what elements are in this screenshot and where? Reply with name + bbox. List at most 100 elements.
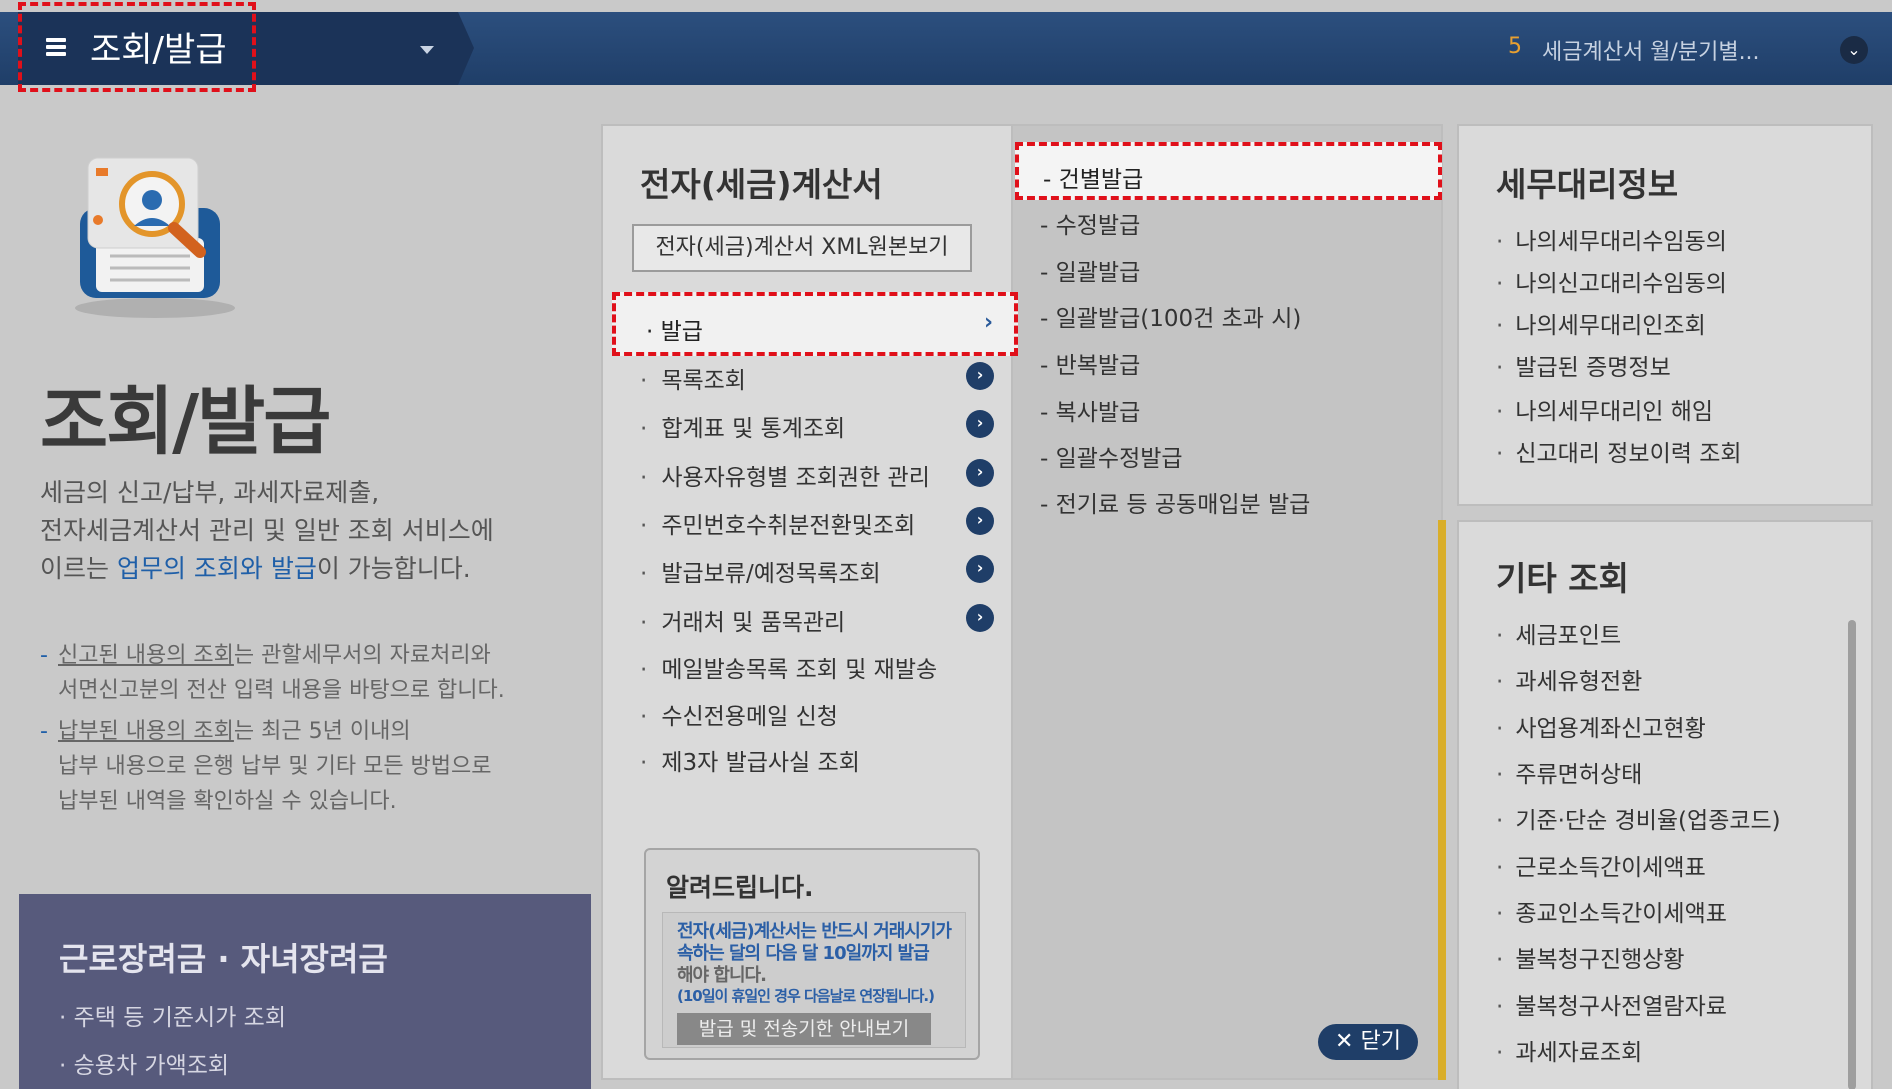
menu-item-label: 주류면허상태: [1515, 762, 1643, 788]
menu-item-label: 메일발송목록 조회 및 재발송: [661, 657, 938, 683]
chevron-right-icon: ›: [984, 310, 994, 335]
submenu-item[interactable]: - 수정발급: [1040, 206, 1140, 240]
notice-line: 해야 합니다.: [677, 965, 767, 986]
menu-item-issue[interactable]: · 발급 ›: [612, 292, 1018, 356]
menu-item[interactable]: · 나의세무대리수임동의: [1496, 222, 1727, 256]
menu-item[interactable]: · 불복청구진행상황: [1496, 940, 1685, 974]
chevron-right-icon[interactable]: ›: [966, 604, 994, 632]
chevron-right-icon[interactable]: ›: [966, 362, 994, 390]
note-text: 는 관할세무서의 자료처리와: [233, 643, 491, 668]
page-title: 조회/발급: [40, 379, 331, 465]
close-button[interactable]: ✕ 닫기: [1318, 1024, 1418, 1060]
description-text: 이 가능합니다.: [316, 554, 471, 583]
menu-item[interactable]: · 메일발송목록 조회 및 재발송: [640, 650, 937, 684]
notice-box: 알려드립니다. 전자(세금)계산서는 반드시 거래시기가 속하는 달의 다음 달…: [644, 848, 980, 1060]
description-line: 전자세금계산서 관리 및 일반 조회 서비스에: [40, 516, 494, 545]
menu-item[interactable]: · 주류면허상태: [1496, 755, 1642, 789]
menu-item[interactable]: · 수신전용메일 신청: [640, 697, 838, 731]
promo-link-label: 승용차 가액조회: [73, 1053, 230, 1079]
menu-item[interactable]: · 발급된 증명정보: [1496, 348, 1671, 382]
menu-item[interactable]: · 목록조회: [640, 361, 746, 395]
panel-title: 전자(세금)계산서: [640, 165, 883, 204]
submenu-item[interactable]: - 일괄발급(100건 초과 시): [1040, 299, 1301, 333]
promo-link[interactable]: · 승용차 가액조회: [59, 1046, 229, 1080]
menu-item[interactable]: · 기준·단순 경비율(업종코드): [1496, 801, 1781, 835]
menu-item[interactable]: · 근로소득간이세액표: [1496, 848, 1706, 882]
menu-item-label: 불복청구사전열람자료: [1515, 994, 1727, 1020]
menu-item-label-text: 발급: [660, 319, 703, 345]
recent-menu-number: 5: [1508, 34, 1522, 59]
menu-item-label: 세금포인트: [1515, 623, 1622, 649]
menu-item-label: 나의세무대리수임동의: [1515, 229, 1727, 255]
note-text: 납부된 내역을 확인하실 수 있습니다.: [58, 789, 397, 814]
submenu-item[interactable]: - 복사발급: [1040, 393, 1140, 427]
submenu-item[interactable]: - 반복발급: [1040, 346, 1140, 380]
note-bullet: -: [40, 719, 48, 744]
menu-item[interactable]: · 과세자료조회: [1496, 1033, 1642, 1067]
menu-item-label: · 발급: [646, 319, 703, 345]
chevron-right-icon[interactable]: ›: [966, 410, 994, 438]
menu-item-label: 나의신고대리수임동의: [1515, 271, 1727, 297]
description-text: 이르는: [40, 554, 117, 583]
chevron-right-icon[interactable]: ›: [966, 507, 994, 535]
submenu-item-single-issue[interactable]: - 건별발급: [1015, 142, 1442, 200]
menu-item[interactable]: · 사용자유형별 조회권한 관리: [640, 458, 930, 492]
menu-item[interactable]: · 과세유형전환: [1496, 662, 1642, 696]
submenu-item[interactable]: - 일괄발급: [1040, 253, 1140, 287]
accent-strip: [1438, 520, 1446, 1080]
note-text: 서면신고분의 전산 입력 내용을 바탕으로 합니다.: [58, 678, 505, 703]
menu-item[interactable]: · 세금포인트: [1496, 616, 1621, 650]
menu-title[interactable]: 조회/발급: [90, 22, 227, 71]
menu-item[interactable]: · 신고대리 정보이력 조회: [1496, 434, 1742, 468]
menu-item[interactable]: · 제3자 발급사실 조회: [640, 743, 860, 777]
submenu-item-label: - 건별발급: [1043, 167, 1144, 193]
description-line: 이르는 업무의 조회와 발급이 가능합니다.: [40, 550, 600, 588]
menu-item-label: 나의세무대리인 해임: [1515, 399, 1714, 425]
xml-original-view-button[interactable]: 전자(세금)계산서 XML원본보기: [632, 224, 972, 272]
menu-item-label: 주민번호수취분전환및조회: [661, 513, 916, 539]
chevron-right-icon[interactable]: ›: [966, 555, 994, 583]
scrollbar[interactable]: [1848, 620, 1856, 1089]
page-description: 세금의 신고/납부, 과세자료제출, 전자세금계산서 관리 및 일반 조회 서비…: [40, 474, 600, 588]
menu-item[interactable]: · 주민번호수취분전환및조회: [640, 506, 915, 540]
note-reported-inquiry: - 신고된 내용의 조회는 관할세무서의 자료처리와 서면신고분의 전산 입력 내…: [40, 638, 540, 708]
description-line: 세금의 신고/납부, 과세자료제출,: [40, 478, 380, 507]
description-highlight: 업무의 조회와 발급: [116, 554, 317, 583]
menu-item-label: 제3자 발급사실 조회: [661, 750, 860, 776]
menu-item-label: 사용자유형별 조회권한 관리: [661, 465, 930, 491]
promo-link[interactable]: · 주택 등 기준시가 조회: [59, 998, 286, 1032]
submenu-item[interactable]: - 일괄수정발급: [1040, 439, 1183, 473]
menu-item[interactable]: · 거래처 및 품목관리: [640, 603, 845, 637]
panel-title: 세무대리정보: [1496, 165, 1679, 204]
menu-item[interactable]: · 나의세무대리인조회: [1496, 306, 1706, 340]
notice-content: 전자(세금)계산서는 반드시 거래시기가 속하는 달의 다음 달 10일까지 발…: [662, 912, 966, 1048]
note-paid-inquiry: - 납부된 내용의 조회는 최근 5년 이내의납부 내용으로 은행 납부 및 기…: [40, 714, 540, 819]
menu-item[interactable]: · 합계표 및 통계조회: [640, 409, 845, 443]
menu-item-label: 기준·단순 경비율(업종코드): [1515, 808, 1781, 834]
note-text: 납부 내용으로 은행 납부 및 기타 모든 방법으로: [58, 754, 492, 779]
chevron-down-icon[interactable]: [420, 46, 434, 54]
menu-item[interactable]: · 나의세무대리인 해임: [1496, 392, 1713, 426]
hamburger-icon[interactable]: [46, 38, 66, 56]
menu-item-label: 종교인소득간이세액표: [1515, 901, 1727, 927]
promo-link-label: 주택 등 기준시가 조회: [73, 1005, 286, 1031]
menu-item-label: 신고대리 정보이력 조회: [1515, 441, 1742, 467]
note-bullet: -: [40, 643, 48, 668]
promo-title[interactable]: 근로장려금 · 자녀장려금: [59, 934, 388, 980]
menu-item[interactable]: · 나의신고대리수임동의: [1496, 264, 1727, 298]
menu-item-label: 불복청구진행상황: [1515, 947, 1685, 973]
submenu-item[interactable]: - 전기료 등 공동매입분 발급: [1040, 485, 1310, 519]
menu-item-label: 발급된 증명정보: [1515, 355, 1671, 381]
note-text: 는 최근 5년 이내의: [233, 719, 411, 744]
menu-item-label: 목록조회: [661, 368, 746, 394]
recent-menu-link[interactable]: 세금계산서 월/분기별...: [1542, 34, 1760, 66]
menu-item[interactable]: · 발급보류/예정목록조회: [640, 554, 881, 588]
menu-item-label: 근로소득간이세액표: [1515, 855, 1706, 881]
issue-deadline-guide-button[interactable]: 발급 및 전송기한 안내보기: [677, 1013, 931, 1045]
chevron-down-circle-icon[interactable]: ⌄: [1840, 36, 1868, 64]
note-underline: 납부된 내용의 조회: [58, 719, 234, 744]
chevron-right-icon[interactable]: ›: [966, 459, 994, 487]
menu-item[interactable]: · 불복청구사전열람자료: [1496, 987, 1727, 1021]
menu-item[interactable]: · 사업용계좌신고현황: [1496, 709, 1706, 743]
menu-item[interactable]: · 종교인소득간이세액표: [1496, 894, 1727, 928]
